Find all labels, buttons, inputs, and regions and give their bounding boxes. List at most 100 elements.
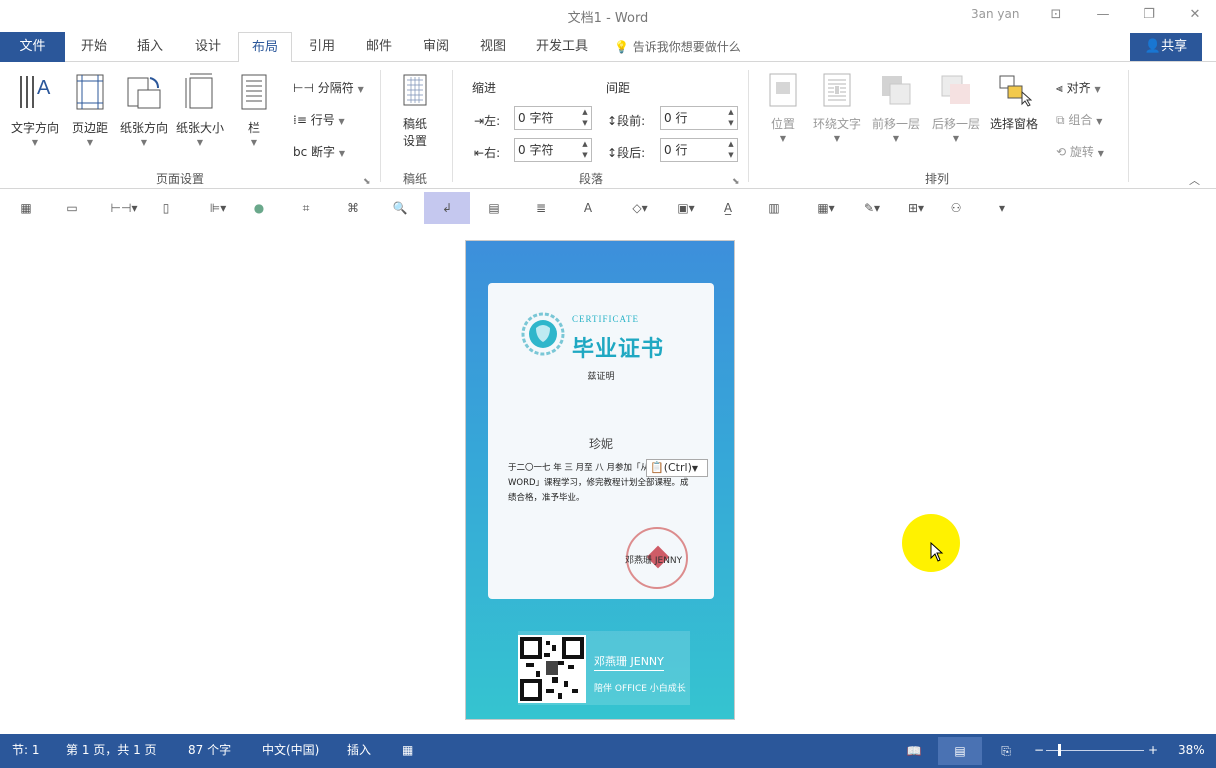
grid-select-icon[interactable]: ⌘ — [345, 200, 361, 216]
footer-author-name: 邓燕珊 JENNY — [594, 653, 664, 671]
paste-icon: 📋 — [650, 461, 664, 474]
close-button[interactable]: ✕ — [1180, 4, 1210, 26]
manuscript-settings-button[interactable]: 稿纸 设置 — [392, 72, 438, 149]
orientation-button[interactable]: 纸张方向 ▼ — [117, 72, 171, 147]
line-numbers-label: 行号 — [310, 113, 335, 127]
circle-shape-icon[interactable]: ● — [251, 200, 267, 216]
chevron-down-icon: ▼ — [196, 138, 204, 147]
tab-design[interactable]: 设计 — [186, 32, 230, 62]
word-count[interactable]: 87 个字 — [188, 734, 231, 768]
status-bar: 节: 1 第 1 页，共 1 页 87 个字 中文(中国) 插入 ▦ 📖 ▤ ⎘… — [0, 734, 1216, 768]
paragraph-dialog-launcher-icon[interactable]: ⬊ — [732, 177, 740, 187]
frame-icon[interactable]: ⌗ — [298, 200, 314, 216]
tab-view[interactable]: 视图 — [471, 32, 515, 62]
send-backward-button[interactable]: 后移一层 ▼ — [929, 72, 983, 143]
insert-mode[interactable]: 插入 — [347, 734, 371, 768]
section-indicator[interactable]: 节: 1 — [12, 734, 40, 768]
print-layout-view-icon[interactable]: ▤ — [938, 737, 982, 765]
group-button[interactable]: ⧉ 组合 ▼ — [1056, 111, 1102, 128]
wrap-text-icon — [823, 73, 851, 107]
table-insert-icon[interactable]: ▦▾ — [812, 200, 840, 216]
rotate-button[interactable]: ⟲ 旋转 ▼ — [1056, 143, 1104, 160]
page-number-icon[interactable]: ▥ — [766, 200, 782, 216]
align-left-icon[interactable]: ⊫▾ — [205, 200, 231, 216]
tab-references[interactable]: 引用 — [300, 32, 344, 62]
margins-button[interactable]: 页边距 ▼ — [68, 72, 112, 147]
orientation-icon — [127, 77, 161, 109]
text-direction-button[interactable]: A 文字方向 ▼ — [8, 72, 62, 147]
clipboard-icon[interactable]: ▯ — [158, 200, 174, 216]
user-name[interactable]: 3an yan — [971, 7, 1019, 21]
tab-developer[interactable]: 开发工具 — [530, 32, 594, 62]
chevron-down-icon: ▼ — [86, 138, 94, 147]
chevron-down-icon: ▼ — [1094, 85, 1101, 94]
indent-left-input[interactable]: 0 字符 ▲ ▼ — [514, 106, 592, 130]
spacing-after-input[interactable]: 0 行 ▲ ▼ — [660, 138, 738, 162]
hyphenation-button[interactable]: bc 断字 ▼ — [293, 143, 345, 160]
tab-review[interactable]: 审阅 — [414, 32, 458, 62]
spinner-arrows-icon[interactable]: ▲ ▼ — [725, 107, 737, 129]
tab-insert[interactable]: 插入 — [128, 32, 172, 62]
size-button[interactable]: 纸张大小 ▼ — [173, 72, 227, 147]
document-area[interactable]: CERTIFICATE 毕业证书 兹证明 珍妮 于二〇一七 年 三 月至 八 月… — [0, 226, 1216, 734]
indent-right-input[interactable]: 0 字符 ▲ ▼ — [514, 138, 592, 162]
footer-slogan: 陪伴 OFFICE 小白成长 — [594, 684, 686, 694]
tab-file[interactable]: 文件 — [0, 32, 65, 62]
font-icon[interactable]: A — [580, 200, 596, 216]
bring-forward-button[interactable]: 前移一层 ▼ — [870, 72, 922, 143]
orientation-label: 纸张方向 — [119, 121, 168, 135]
margins-label: 页边距 — [71, 121, 108, 135]
ribbon-display-options-icon[interactable]: ⊡ — [1041, 4, 1071, 26]
spinner-arrows-icon[interactable]: ▲ ▼ — [579, 139, 591, 161]
read-mode-icon[interactable]: 📖 — [902, 740, 926, 762]
text-box-insert-icon[interactable]: ▣▾ — [672, 200, 700, 216]
document-page[interactable]: CERTIFICATE 毕业证书 兹证明 珍妮 于二〇一七 年 三 月至 八 月… — [465, 240, 735, 720]
customize-toolbar-icon[interactable]: ▾ — [994, 200, 1010, 216]
collapse-ribbon-icon[interactable]: ︿ — [1189, 172, 1200, 188]
text-effect-icon[interactable]: A̲ — [720, 200, 736, 216]
table-icon[interactable]: ▦ — [18, 200, 34, 216]
language-indicator[interactable]: 中文(中国) — [262, 734, 319, 768]
zoom-slider-thumb[interactable] — [1058, 744, 1061, 756]
manuscript-icon — [403, 74, 427, 106]
table-draw-icon[interactable]: ✎▾ — [858, 200, 886, 216]
tell-me-search[interactable]: 💡 告诉我你想要做什么 — [614, 32, 741, 62]
web-layout-icon[interactable]: ⎘ — [994, 740, 1018, 762]
page-indicator[interactable]: 第 1 页，共 1 页 — [66, 734, 157, 768]
breaks-button[interactable]: ⊢⊣ 分隔符 ▼ — [293, 79, 364, 96]
align-button[interactable]: ⫷ 对齐 ▼ — [1056, 79, 1101, 96]
spinner-arrows-icon[interactable]: ▲ ▼ — [579, 107, 591, 129]
tab-layout[interactable]: 布局 — [238, 32, 292, 63]
zoom-out-button[interactable]: − — [1034, 734, 1044, 768]
position-button[interactable]: 位置 ▼ — [763, 72, 803, 143]
spacing-before-input[interactable]: 0 行 ▲ ▼ — [660, 106, 738, 130]
tab-home[interactable]: 开始 — [72, 32, 116, 62]
shapes-icon[interactable]: ◇▾ — [626, 200, 654, 216]
textbox-icon[interactable]: ▭ — [64, 200, 80, 216]
page-setup-dialog-launcher-icon[interactable]: ⬊ — [363, 177, 371, 187]
group-divider — [748, 70, 749, 182]
minimize-button[interactable]: — — [1088, 4, 1118, 26]
zoom-level[interactable]: 38% — [1178, 734, 1205, 768]
wrap-text-button[interactable]: 环绕文字 ▼ — [810, 72, 864, 143]
columns-button[interactable]: 栏 ▼ — [236, 72, 272, 147]
chevron-down-icon: ▼ — [357, 85, 364, 94]
borders-icon[interactable]: ⊞▾ — [902, 200, 930, 216]
macro-record-icon[interactable]: ▦ — [402, 734, 413, 768]
restore-button[interactable]: ❐ — [1134, 4, 1164, 26]
text-wrap-icon[interactable]: ≣ — [533, 200, 549, 216]
org-chart-icon[interactable]: ⚇ — [948, 200, 964, 216]
zoom-page-icon[interactable]: 🔍 — [392, 200, 408, 216]
paste-options-button[interactable]: 📋(Ctrl)▼ — [646, 459, 708, 477]
spinner-arrows-icon[interactable]: ▲ ▼ — [725, 139, 737, 161]
zoom-in-button[interactable]: + — [1148, 734, 1158, 768]
share-button[interactable]: 👤共享 — [1130, 33, 1202, 61]
print-layout-icon[interactable]: ▤ — [486, 200, 502, 216]
indent-right-text: 右: — [484, 146, 501, 160]
column-width-icon[interactable]: ⊢⊣▾ — [110, 200, 138, 216]
paragraph-mark-button[interactable]: ↲ — [424, 192, 470, 224]
tab-mailings[interactable]: 邮件 — [357, 32, 401, 62]
indent-left-icon: ⇥ — [474, 114, 485, 128]
selection-pane-button[interactable]: 选择窗格 — [988, 72, 1040, 132]
line-numbers-button[interactable]: ⁞≡ 行号 ▼ — [293, 111, 345, 128]
